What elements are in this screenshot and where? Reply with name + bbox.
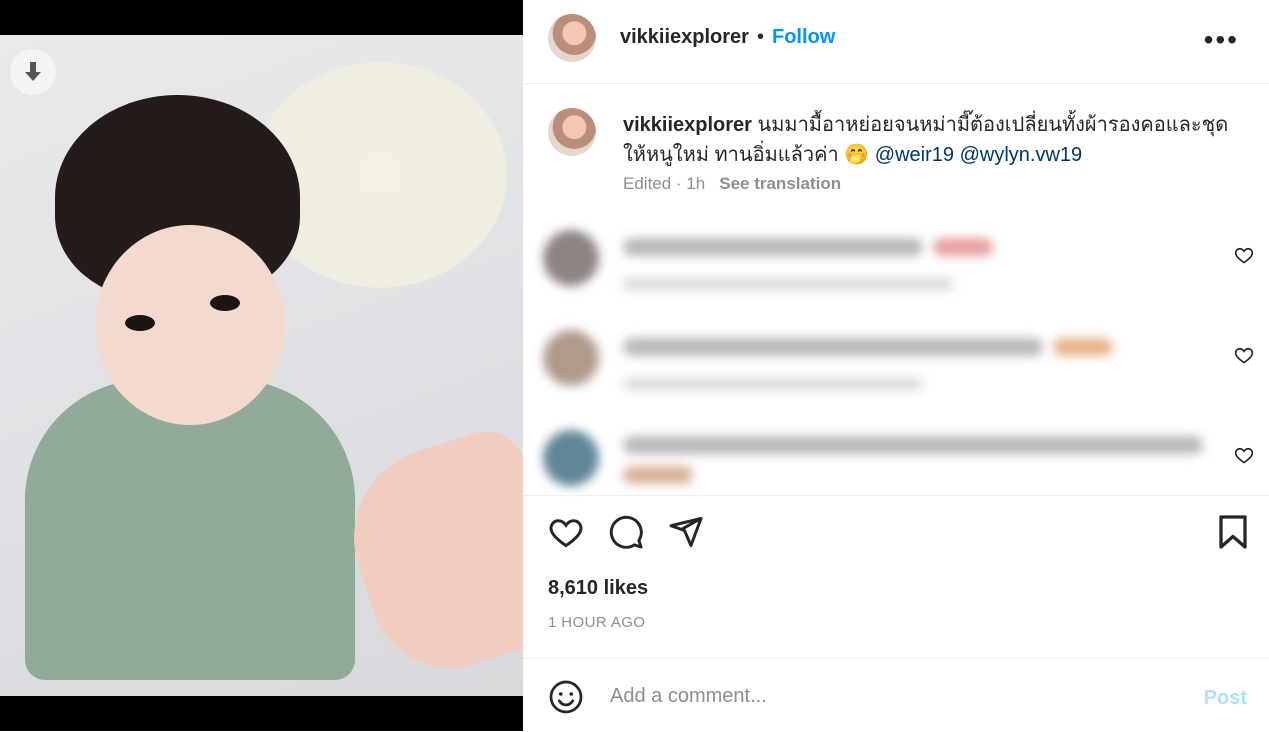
comment-bar: Post <box>523 658 1269 732</box>
photo-eye-left <box>125 315 155 331</box>
comment-item <box>543 430 1223 495</box>
header-user-row: vikkiiexplorer • Follow <box>620 26 835 49</box>
download-arrow-icon <box>25 62 41 81</box>
author-username[interactable]: vikkiiexplorer <box>620 26 749 48</box>
header-separator: • <box>756 26 764 48</box>
caption-text: vikkiiexplorer นมมามื้อาหย่อยจนหม่ามี๊ต้… <box>623 110 1243 170</box>
post-button[interactable]: Post <box>1204 687 1247 710</box>
photo-sweater <box>25 380 355 680</box>
comment-like-heart-icon[interactable] <box>1234 445 1254 465</box>
comment-avatar <box>543 430 599 486</box>
caption-avatar[interactable] <box>548 108 596 156</box>
author-avatar[interactable] <box>548 14 596 62</box>
comment-like-heart-icon[interactable] <box>1234 245 1254 265</box>
post-time: 1 HOUR AGO <box>548 614 646 631</box>
edited-timestamp: Edited · 1h <box>623 174 706 193</box>
post-header: vikkiiexplorer • Follow ••• <box>523 0 1269 84</box>
likes-count[interactable]: 8,610 likes <box>548 577 648 600</box>
bookmark-icon[interactable] <box>1218 514 1248 550</box>
comment-avatar <box>543 230 599 286</box>
photo-hand <box>330 421 523 689</box>
post-photo[interactable] <box>0 35 523 696</box>
heart-icon[interactable] <box>547 514 585 550</box>
follow-button[interactable]: Follow <box>772 26 835 48</box>
photo-face <box>95 225 285 425</box>
caption-username[interactable]: vikkiiexplorer <box>623 114 752 136</box>
action-bar <box>523 495 1269 576</box>
comment-like-heart-icon[interactable] <box>1234 345 1254 365</box>
comment-bubble-icon[interactable] <box>608 514 644 550</box>
post-side-panel: vikkiiexplorer • Follow ••• vikkiiexplorer… <box>523 0 1269 731</box>
see-translation-link[interactable]: See translation <box>719 174 841 193</box>
caption-meta: Edited · 1h See translation <box>623 174 841 194</box>
smiley-icon[interactable] <box>548 679 584 715</box>
more-options-icon[interactable]: ••• <box>1204 24 1239 56</box>
comment-avatar <box>543 330 599 386</box>
mention-link-1[interactable]: @weir19 <box>875 144 954 166</box>
download-button[interactable] <box>10 49 56 95</box>
post-media-panel <box>0 0 523 731</box>
photo-eye-right <box>210 295 240 311</box>
comment-input[interactable] <box>608 677 1152 715</box>
comment-item <box>543 330 1223 410</box>
mention-link-2[interactable]: @wylyn.vw19 <box>960 144 1083 166</box>
paper-plane-icon[interactable] <box>668 514 704 550</box>
comment-item <box>543 230 1223 310</box>
